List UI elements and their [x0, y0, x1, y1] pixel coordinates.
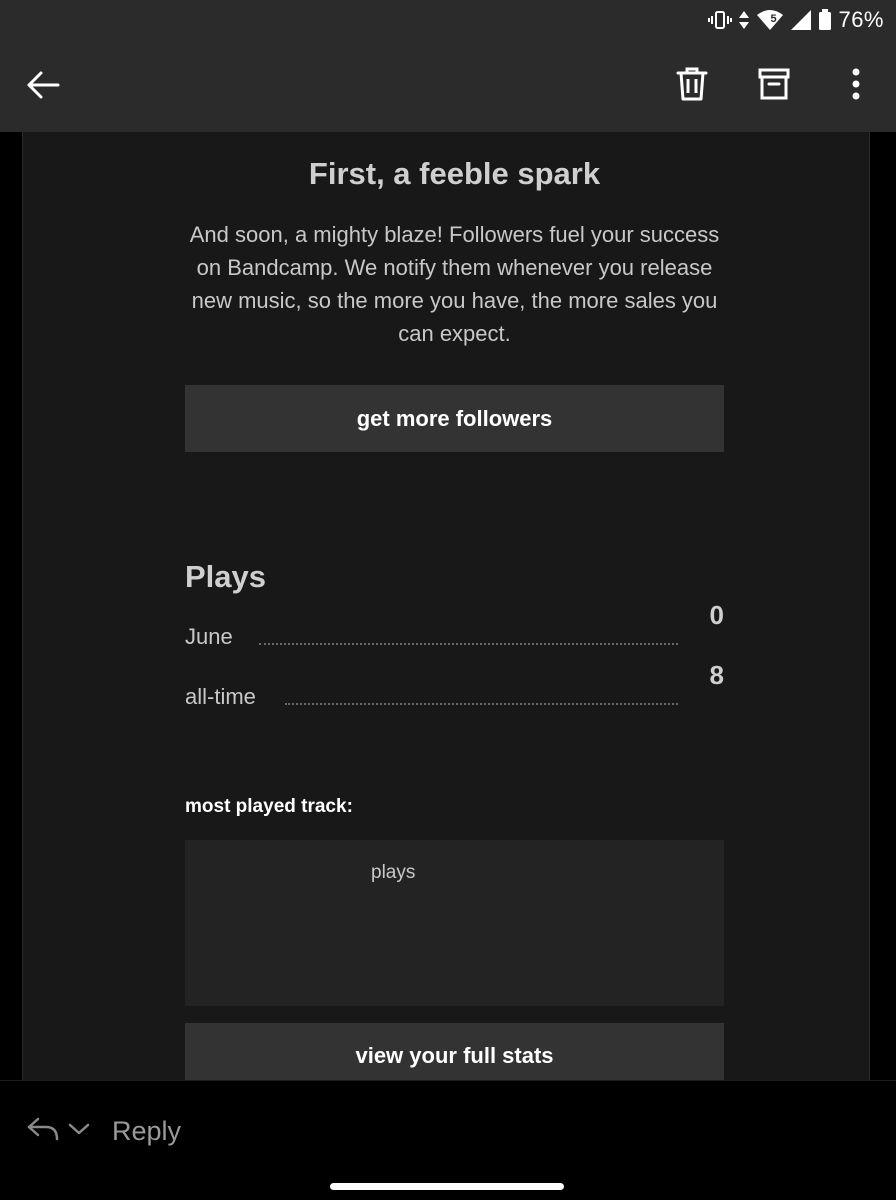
- plays-row-value: 8: [709, 660, 724, 690]
- bottom-reply-bar: Reply: [0, 1080, 896, 1200]
- spark-paragraph: And soon, a mighty blaze! Followers fuel…: [189, 222, 720, 346]
- spark-heading: First, a feeble spark: [308, 156, 601, 191]
- back-arrow-icon: [26, 70, 60, 105]
- plays-row-june: June 0: [185, 600, 724, 650]
- status-bar: 5 76%: [708, 6, 884, 34]
- dotted-leader: [285, 703, 678, 705]
- top-app-bar: 5 76%: [0, 0, 896, 132]
- dotted-leader: [259, 643, 678, 645]
- wifi-icon: 5: [756, 9, 784, 31]
- most-played-label: most played track:: [185, 796, 353, 817]
- view-full-stats-button[interactable]: view your full stats: [185, 1023, 724, 1080]
- reply-button[interactable]: Reply: [26, 1111, 181, 1151]
- battery-percent: 76%: [838, 7, 884, 32]
- back-button[interactable]: [24, 68, 62, 106]
- most-played-track-card[interactable]: plays: [185, 840, 724, 1006]
- archive-button[interactable]: [754, 64, 794, 108]
- vibrate-icon: [708, 10, 733, 30]
- reply-icon: [26, 1115, 60, 1148]
- more-options-button[interactable]: [836, 64, 876, 108]
- more-vert-icon: [851, 68, 861, 105]
- get-more-followers-button[interactable]: get more followers: [185, 385, 724, 452]
- reply-label: Reply: [112, 1115, 182, 1146]
- plays-heading: Plays: [185, 559, 267, 594]
- archive-icon: [758, 67, 790, 106]
- chevron-down-icon[interactable]: [68, 1122, 90, 1141]
- plays-row-value: 0: [709, 600, 724, 630]
- data-arrows-icon: [738, 10, 750, 30]
- battery-icon: [818, 9, 832, 31]
- plays-row-all-time: all-time 8: [185, 660, 724, 710]
- home-indicator[interactable]: [330, 1183, 564, 1190]
- trash-icon: [676, 66, 708, 107]
- toolbar-actions: [672, 64, 876, 108]
- track-plays-label: plays: [371, 862, 416, 883]
- delete-button[interactable]: [672, 64, 712, 108]
- cell-signal-icon: [790, 9, 812, 31]
- email-body: First, a feeble spark And soon, a mighty…: [22, 132, 870, 1080]
- plays-row-label: all-time: [185, 684, 256, 709]
- plays-row-label: June: [185, 624, 233, 649]
- network-type-label: 5: [770, 13, 777, 25]
